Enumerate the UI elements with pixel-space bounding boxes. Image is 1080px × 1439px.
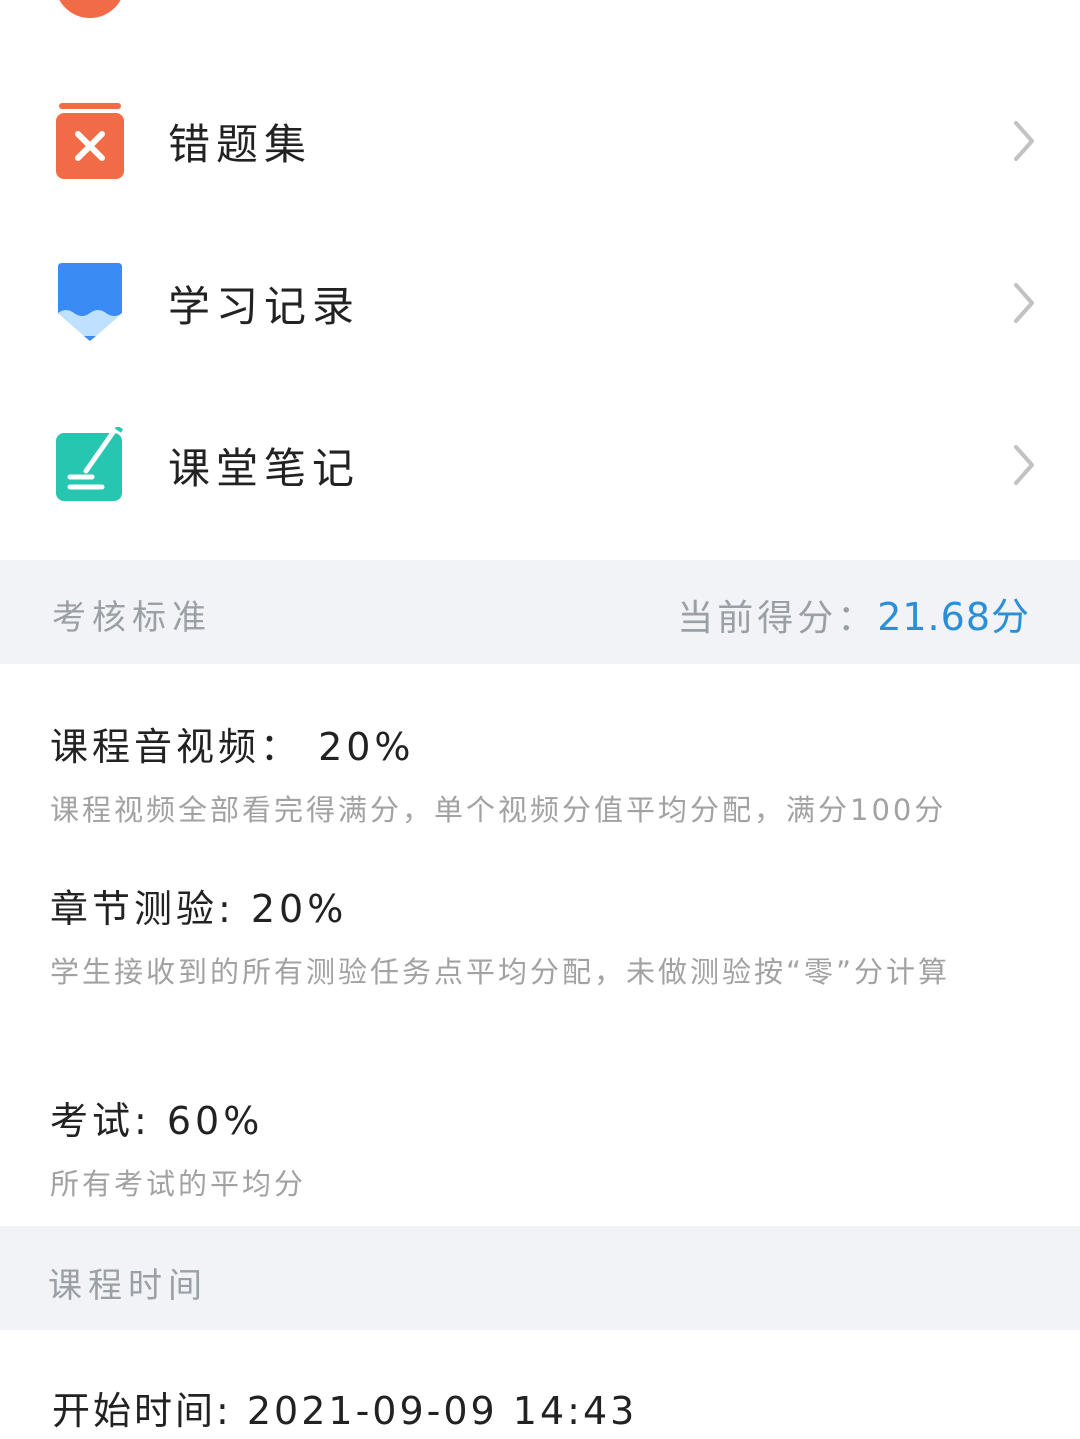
chevron-right-icon: [1014, 121, 1034, 161]
course-time-header: 课程时间: [0, 1226, 1080, 1330]
menu-item-label: 课堂笔记: [168, 443, 361, 493]
criterion-title: 课程音视频： 20%: [50, 725, 415, 769]
menu-item-label: 错题集: [168, 119, 313, 169]
wrong-answers-icon: [56, 103, 124, 179]
current-score: 当前得分：21.68分: [677, 586, 1030, 641]
criterion-description: 学生接收到的所有测验任务点平均分配，未做测验按“零”分计算: [50, 955, 951, 989]
current-score-label: 当前得分：: [677, 598, 878, 639]
assessment-title: 考核标准: [52, 598, 212, 638]
course-time-title: 课程时间: [48, 1266, 208, 1306]
criterion-title: 章节测验: 20%: [50, 887, 348, 931]
start-time: 开始时间: 2021-09-09 14:43: [52, 1389, 638, 1433]
partial-menu-icon: [55, 0, 125, 18]
criterion-description: 课程视频全部看完得满分，单个视频分值平均分配，满分100分: [50, 793, 947, 827]
criterion-title: 考试: 60%: [50, 1099, 264, 1143]
menu-item-class-notes[interactable]: 课堂笔记: [0, 390, 1080, 540]
menu-item-wrong-answers[interactable]: 错题集: [0, 66, 1080, 216]
menu-item-study-record[interactable]: 学习记录: [0, 228, 1080, 378]
menu-item-label: 学习记录: [168, 281, 361, 331]
assessment-header: 考核标准 当前得分：21.68分: [0, 560, 1080, 664]
chevron-right-icon: [1014, 283, 1034, 323]
course-info-page: 错题集 学习记录 课堂笔记 考核标准 当前得分：21.68分 课程音视频： 20…: [0, 0, 1080, 1439]
current-score-value: 21.68分: [877, 595, 1030, 639]
chevron-right-icon: [1014, 445, 1034, 485]
pencil-icon: [58, 263, 122, 341]
criterion-description: 所有考试的平均分: [50, 1167, 307, 1201]
note-edit-icon: [56, 427, 124, 501]
